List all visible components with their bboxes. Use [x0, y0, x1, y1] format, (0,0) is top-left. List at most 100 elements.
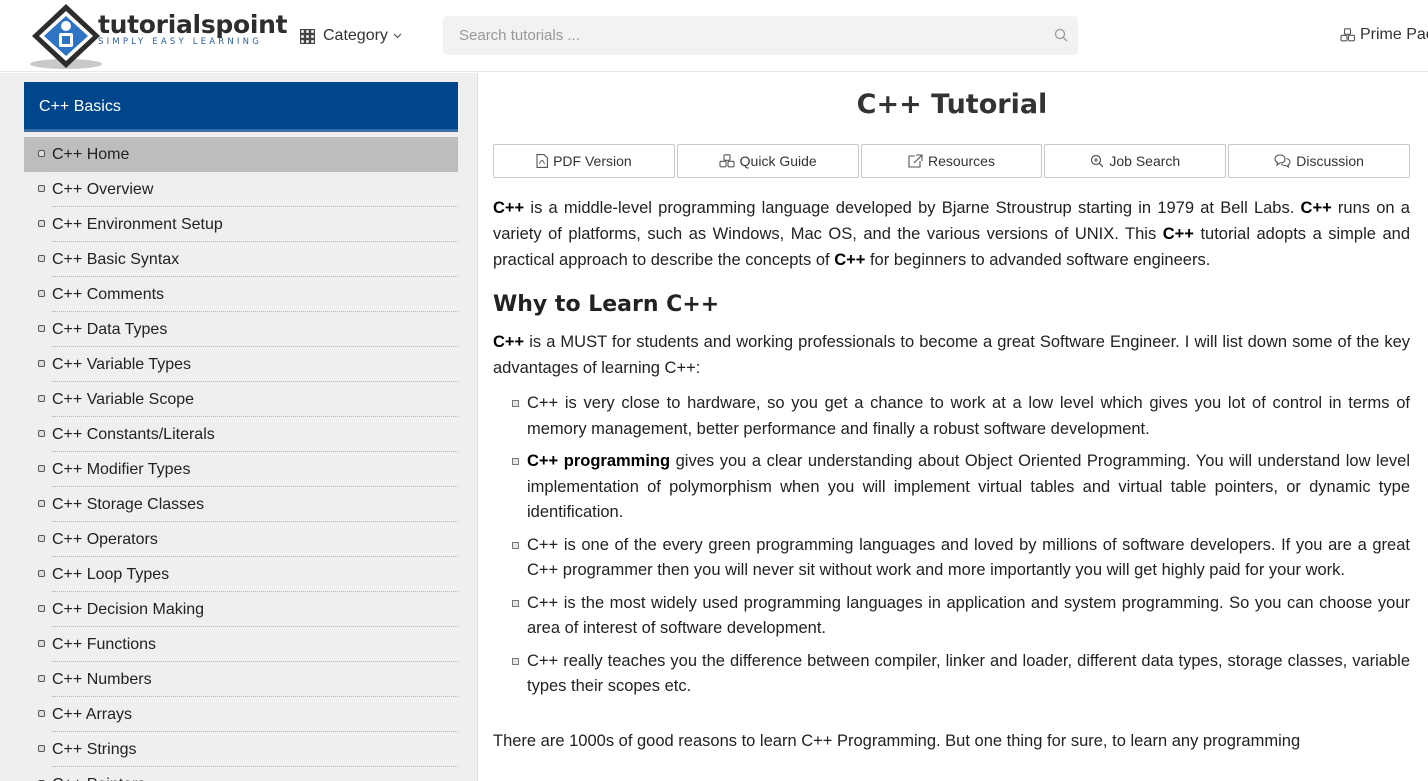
sidebar-item[interactable]: C++ Modifier Types	[24, 452, 458, 487]
tab-discussion-label: Discussion	[1296, 153, 1364, 169]
tab-discussion[interactable]: Discussion	[1228, 144, 1410, 178]
sidebar-item[interactable]: C++ Overview	[24, 172, 458, 207]
tab-pdf-version[interactable]: PDF Version	[493, 144, 675, 178]
sidebar-item[interactable]: C++ Basic Syntax	[24, 242, 458, 277]
tab-pdf-version-label: PDF Version	[553, 153, 632, 169]
bullet-icon	[38, 150, 45, 157]
sidebar-item-label: C++ Variable Types	[52, 355, 192, 373]
site-logo[interactable]: tutorialspoint SIMPLY EASY LEARNING	[26, 2, 288, 70]
site-header: tutorialspoint SIMPLY EASY LEARNING Cate…	[0, 0, 1428, 72]
sidebar-nav: C++ Home C++ Overview C++ Environment Setu…	[24, 137, 458, 781]
sidebar-item[interactable]: C++ Data Types	[24, 312, 458, 347]
intro-paragraph: C++ is a middle-level programming langua…	[493, 199, 1410, 269]
sidebar-item[interactable]: C++ Arrays	[24, 697, 458, 732]
sidebar-item-label: C++ Modifier Types	[52, 460, 191, 478]
search-icon[interactable]	[1054, 28, 1068, 42]
advantages-list: C++ is very close to hardware, so you ge…	[493, 391, 1410, 700]
sidebar-item-label: C++ Home	[52, 145, 130, 163]
sidebar-item[interactable]: C++ Decision Making	[24, 592, 458, 627]
sidebar-item-label: C++ Basic Syntax	[52, 250, 180, 268]
page-title: C++ Tutorial	[856, 89, 1048, 120]
list-item: C++ is very close to hardware, so you ge…	[493, 391, 1410, 442]
bullet-icon	[38, 745, 45, 752]
bullet-icon	[38, 640, 45, 647]
sidebar-item[interactable]: C++ Loop Types	[24, 557, 458, 592]
sidebar-item[interactable]: C++ Comments	[24, 277, 458, 312]
sidebar-item-label: C++ Arrays	[52, 705, 133, 723]
quick-guide-icon	[719, 154, 735, 168]
reasons-paragraph: There are 1000s of good reasons to learn…	[493, 731, 1301, 750]
tutorial-tabs: PDF Version Quick Guide Resources Job Se…	[493, 144, 1410, 178]
bullet-icon	[38, 710, 45, 717]
bullet-icon	[38, 605, 45, 612]
category-label: Category	[323, 27, 388, 44]
logo-mark-icon	[30, 4, 102, 69]
article-body: C++ is a middle-level programming langua…	[493, 195, 1410, 754]
sidebar-item-label: C++ Constants/Literals	[52, 425, 215, 443]
sidebar-item[interactable]: C++ Numbers	[24, 662, 458, 697]
sidebar-item-label: C++ Loop Types	[52, 565, 170, 583]
bullet-icon	[38, 220, 45, 227]
search-icon	[1091, 154, 1104, 168]
sidebar-item-label: C++ Numbers	[52, 670, 152, 688]
discussion-icon	[1274, 154, 1291, 168]
sidebar-item-label: C++ Variable Scope	[52, 390, 195, 408]
bullet-icon	[38, 360, 45, 367]
tab-resources-label: Resources	[928, 153, 995, 169]
sidebar-item[interactable]: C++ Environment Setup	[24, 207, 458, 242]
sidebar-item-label: C++ Pointers	[52, 776, 145, 781]
tab-job-search[interactable]: Job Search	[1044, 144, 1227, 178]
bullet-icon	[38, 675, 45, 682]
why-learn-paragraph: C++ is a MUST for students and working p…	[493, 333, 1410, 377]
sidebar-item-label: C++ Comments	[52, 285, 165, 303]
list-item: C++ really teaches you the difference be…	[493, 649, 1410, 700]
sidebar-item-label: C++ Environment Setup	[52, 215, 223, 233]
grid-icon	[300, 28, 315, 44]
sidebar-item[interactable]: C++ Pointers	[24, 767, 458, 781]
bullet-icon	[38, 570, 45, 577]
list-item: C++ is the most widely used programming …	[493, 591, 1410, 642]
tab-resources[interactable]: Resources	[860, 144, 1043, 178]
sidebar-item-label: C++ Storage Classes	[52, 495, 205, 513]
sidebar-item[interactable]: C++ Operators	[24, 522, 458, 557]
sidebar-item[interactable]: C++ Variable Types	[24, 347, 458, 382]
bullet-icon	[38, 395, 45, 402]
sidebar-item[interactable]: C++ Variable Scope	[24, 382, 458, 417]
search-input[interactable]	[443, 16, 1043, 55]
sidebar-item-label: C++ Strings	[52, 740, 137, 758]
bullet-icon	[38, 290, 45, 297]
pdf-icon	[536, 154, 549, 168]
bullet-icon	[38, 255, 45, 262]
bullet-icon	[38, 185, 45, 192]
prime-packs-link[interactable]: Prime Pac	[1340, 26, 1428, 44]
bullet-icon	[38, 535, 45, 542]
sidebar-item[interactable]: C++ Strings	[24, 732, 458, 767]
tab-quick-guide[interactable]: Quick Guide	[676, 144, 859, 178]
list-item: C++ programming gives you a clear unders…	[493, 449, 1410, 526]
sidebar-item[interactable]: C++ Home	[24, 137, 458, 172]
square-bullet-icon	[512, 458, 519, 465]
sidebar-item-label: C++ Functions	[52, 635, 157, 653]
logo-tagline: SIMPLY EASY LEARNING	[98, 37, 262, 47]
bullet-icon	[38, 430, 45, 437]
sidebar-item[interactable]: C++ Storage Classes	[24, 487, 458, 522]
sidebar-item[interactable]: C++ Constants/Literals	[24, 417, 458, 452]
list-item: C++ is one of the every green programmin…	[493, 533, 1410, 584]
sidebar-heading: C++ Basics	[24, 82, 458, 132]
sidebar-item-label: C++ Data Types	[52, 320, 168, 338]
category-dropdown[interactable]: Category	[300, 24, 402, 48]
logo-name: tutorialspoint	[98, 10, 288, 39]
tab-job-search-label: Job Search	[1109, 153, 1181, 169]
square-bullet-icon	[512, 599, 519, 607]
why-learn-heading: Why to Learn C++	[493, 292, 720, 317]
bullet-icon	[38, 325, 45, 332]
chevron-down-icon	[393, 33, 402, 39]
sidebar-item[interactable]: C++ Functions	[24, 627, 458, 662]
sidebar-item-label: C++ Decision Making	[52, 600, 205, 618]
external-link-icon	[908, 154, 923, 168]
tab-quick-guide-label: Quick Guide	[739, 153, 817, 169]
search-box	[443, 16, 1078, 55]
sidebar-item-label: C++ Overview	[52, 180, 154, 198]
square-bullet-icon	[512, 541, 519, 549]
square-bullet-icon	[512, 657, 519, 665]
